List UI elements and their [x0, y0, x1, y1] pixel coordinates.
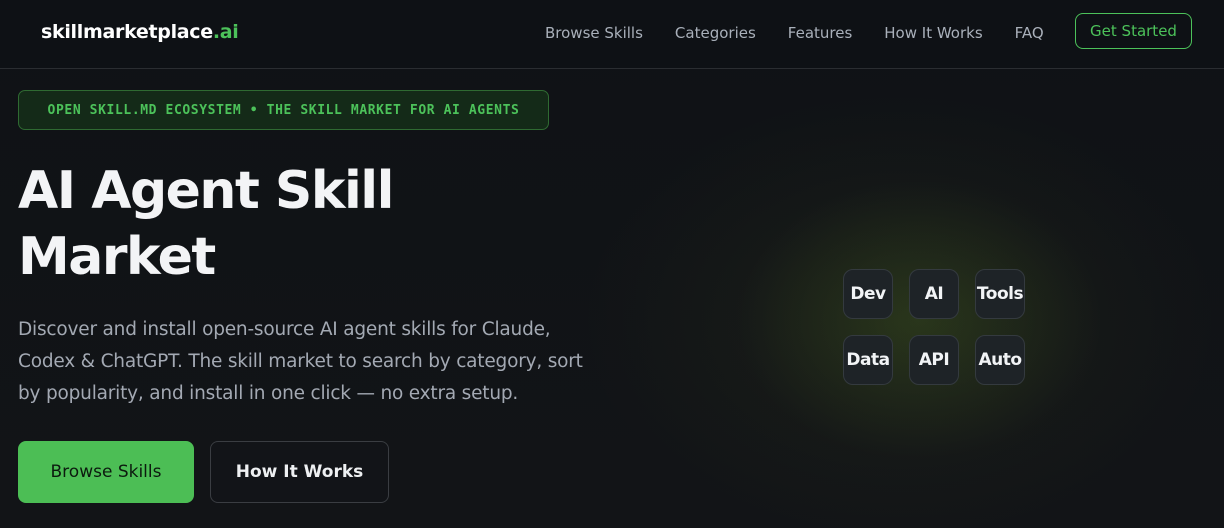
tile-ai: AI: [909, 269, 959, 319]
ecosystem-badge: OPEN SKILL.MD ECOSYSTEM • THE SKILL MARK…: [18, 90, 549, 130]
nav-link-categories[interactable]: Categories: [675, 24, 756, 42]
hero-title-line2: Market: [18, 227, 216, 287]
tile-api: API: [909, 335, 959, 385]
top-nav: skillmarketplace.ai Browse Skills Catego…: [0, 0, 1224, 69]
nav-links: Browse Skills Categories Features How It…: [545, 24, 1044, 42]
how-it-works-button[interactable]: How It Works: [210, 441, 389, 503]
category-tiles: Dev AI Tools Data API Auto: [843, 269, 1025, 385]
logo-text: skillmarketplace: [41, 21, 213, 43]
hero-title-line1: AI Agent Skill: [18, 161, 394, 221]
tile-data: Data: [843, 335, 893, 385]
nav-link-features[interactable]: Features: [788, 24, 853, 42]
site-logo[interactable]: skillmarketplace.ai: [41, 21, 239, 43]
hero-description: Discover and install open-source AI agen…: [18, 319, 583, 404]
landing-page: skillmarketplace.ai Browse Skills Catego…: [0, 0, 1224, 528]
nav-link-how-it-works[interactable]: How It Works: [884, 24, 982, 42]
logo-accent: .ai: [212, 21, 239, 43]
nav-link-browse-skills[interactable]: Browse Skills: [545, 24, 643, 42]
get-started-button[interactable]: Get Started: [1075, 13, 1192, 49]
tile-dev: Dev: [843, 269, 893, 319]
tile-tools: Tools: [975, 269, 1025, 319]
hero-title: AI Agent Skill Market: [18, 158, 578, 290]
nav-link-faq[interactable]: FAQ: [1015, 24, 1044, 42]
browse-skills-button[interactable]: Browse Skills: [18, 441, 194, 503]
tile-auto: Auto: [975, 335, 1025, 385]
